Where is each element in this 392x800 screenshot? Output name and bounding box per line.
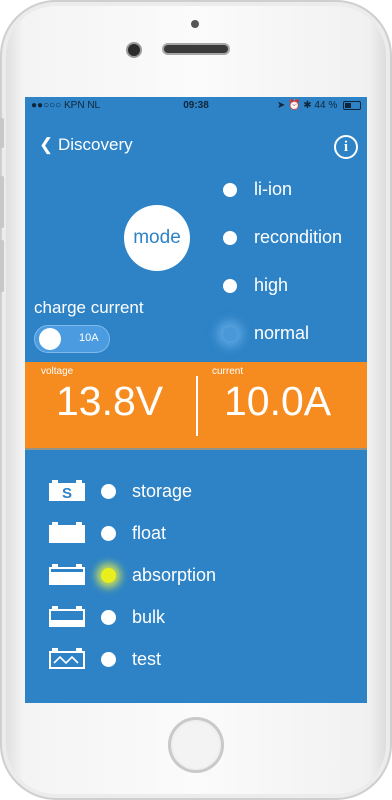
battery-storage-icon: S	[49, 480, 85, 502]
current-value: 10.0A	[224, 378, 332, 424]
state-label: bulk	[132, 607, 166, 627]
proximity-sensor	[191, 20, 199, 28]
state-led	[101, 526, 116, 541]
state-row-storage: S storage	[25, 477, 367, 507]
state-label: absorption	[132, 565, 217, 585]
home-button[interactable]	[168, 717, 224, 773]
voltage-caption: voltage	[41, 366, 74, 377]
battery-absorption-icon	[49, 564, 85, 585]
state-row-test: test	[25, 645, 367, 675]
toggle-knob	[39, 328, 61, 350]
current-caption: current	[212, 366, 244, 377]
back-button[interactable]: ❮ Discovery	[39, 135, 133, 155]
volume-down-button	[0, 240, 4, 292]
phone-frame: ●●○○○ KPN NL 09:38 ➤ ⏰ ✱ 44 % ❮ Discover…	[0, 0, 392, 800]
mute-switch	[0, 118, 4, 148]
state-label: storage	[132, 481, 193, 501]
band-separator	[25, 448, 367, 450]
status-right: ➤ ⏰ ✱ 44 %	[277, 100, 361, 111]
alarm-icon: ⏰	[288, 100, 301, 111]
radio-dot	[223, 231, 237, 245]
storage-icon-letter: S	[62, 485, 72, 502]
mode-option-label: normal	[254, 323, 310, 343]
battery-percent: 44 %	[314, 100, 338, 111]
state-label: test	[132, 649, 162, 669]
mode-option-label: recondition	[254, 227, 343, 247]
status-bar: ●●○○○ KPN NL 09:38 ➤ ⏰ ✱ 44 %	[25, 97, 367, 115]
app-screen: ●●○○○ KPN NL 09:38 ➤ ⏰ ✱ 44 % ❮ Discover…	[25, 97, 367, 703]
radio-dot-selected	[223, 327, 237, 341]
charge-current-value: 10A	[79, 332, 99, 344]
state-led	[101, 610, 116, 625]
charge-current-label: charge current	[34, 298, 144, 317]
mode-option-label: li-ion	[254, 179, 293, 199]
state-row-bulk: bulk	[25, 603, 367, 633]
battery-test-icon	[49, 648, 85, 669]
battery-icon	[343, 100, 361, 110]
front-camera	[128, 44, 140, 56]
radio-dot	[223, 183, 237, 197]
voltage-value: 13.8V	[56, 378, 164, 424]
chevron-left-icon: ❮	[39, 135, 54, 154]
battery-bulk-icon	[49, 606, 85, 627]
location-icon: ➤	[276, 100, 286, 111]
mode-option-label: high	[254, 275, 289, 295]
info-icon: i	[343, 139, 349, 155]
charge-current-toggle[interactable]: 10A	[34, 325, 110, 353]
readings-band: voltage 13.8V current 10.0A	[25, 362, 367, 448]
back-label: Discovery	[57, 135, 133, 154]
state-led	[101, 484, 116, 499]
state-row-float: float	[25, 519, 367, 549]
volume-up-button	[0, 176, 4, 228]
state-label: float	[132, 523, 167, 543]
bluetooth-icon: ✱	[303, 100, 312, 111]
radio-dot	[223, 279, 237, 293]
info-button[interactable]: i	[334, 135, 358, 159]
state-led-active	[101, 568, 116, 583]
earpiece-speaker	[164, 45, 228, 53]
battery-float-icon	[49, 522, 85, 543]
state-led	[101, 652, 116, 667]
state-row-absorption: absorption	[25, 561, 367, 591]
readings-divider	[196, 376, 198, 436]
mode-button[interactable]: mode	[124, 205, 190, 271]
